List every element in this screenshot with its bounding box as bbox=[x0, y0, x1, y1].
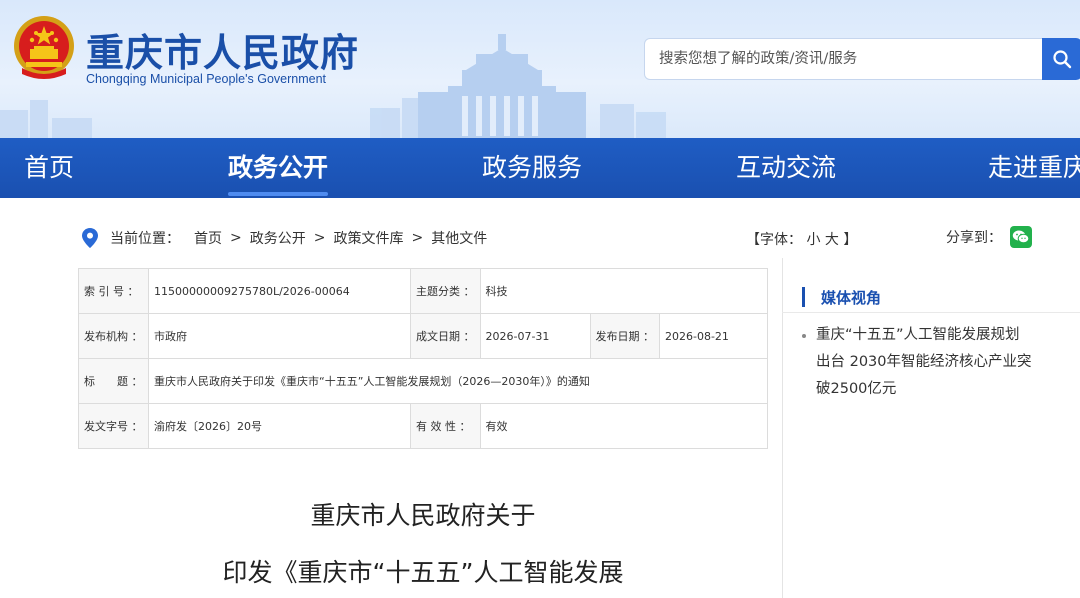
font-size-small-button[interactable]: 小 bbox=[806, 232, 820, 248]
nav-item-gov-affairs-open[interactable]: 政务公开 bbox=[228, 138, 329, 198]
breadcrumb-item-other-files[interactable]: 其他文件 bbox=[431, 228, 487, 248]
side-divider bbox=[782, 312, 1080, 313]
breadcrumb-item-home[interactable]: 首页 bbox=[194, 228, 222, 248]
title-value: 重庆市人民政府关于印发《重庆市“十五五”人工智能发展规划（2026—2030年）… bbox=[148, 358, 768, 404]
issuer-label: 发布机构 ： bbox=[78, 313, 149, 359]
validity-value: 有效 bbox=[479, 403, 768, 449]
media-news-link[interactable]: 重庆“十五五”人工智能发展规划出台 2030年智能经济核心产业突破2500亿元 bbox=[802, 322, 1032, 403]
title-label: 标 题 ： bbox=[78, 358, 149, 404]
site-header: 重庆市人民政府 Chongqing Municipal People's Gov… bbox=[0, 0, 1080, 138]
search-input[interactable] bbox=[645, 39, 1043, 79]
font-size-control: 【字体： 小 大 】 bbox=[746, 229, 857, 249]
site-title[interactable]: 重庆市人民政府 bbox=[86, 22, 359, 77]
doc-no-value: 渝府发〔2026〕20号 bbox=[148, 403, 411, 449]
search-icon bbox=[1053, 50, 1072, 69]
font-size-label: 【字体： bbox=[746, 232, 802, 248]
breadcrumb-separator: > bbox=[411, 230, 424, 246]
breadcrumb-label: 当前位置： bbox=[110, 231, 180, 247]
share-control: 分享到： bbox=[946, 226, 1032, 248]
article-title-line-1: 重庆市人民政府关于 bbox=[310, 501, 536, 530]
article-title-line-2: 印发《重庆市“十五五”人工智能发展 bbox=[222, 558, 624, 587]
created-date-value: 2026-07-31 bbox=[479, 313, 591, 359]
breadcrumb-separator: > bbox=[230, 230, 242, 246]
location-pin-icon bbox=[82, 228, 98, 248]
table-row: 发布机构 ： 市政府 成文日期 ： 2026-07-31 发布日期 ： 2026… bbox=[78, 313, 768, 359]
search-button[interactable] bbox=[1042, 38, 1080, 80]
share-label: 分享到： bbox=[946, 230, 1002, 246]
document-info-table: 索 引 号 ： 11500000009275780L/2026-00064 主题… bbox=[78, 268, 768, 449]
index-no-value: 11500000009275780L/2026-00064 bbox=[148, 268, 411, 314]
nav-item-gov-services[interactable]: 政务服务 bbox=[482, 138, 582, 198]
heading-accent-bar bbox=[802, 287, 805, 307]
published-date-value: 2026-08-21 bbox=[659, 313, 768, 359]
table-row: 发文字号 ： 渝府发〔2026〕20号 有 效 性 ： 有效 bbox=[78, 403, 768, 449]
site-subtitle: Chongqing Municipal People's Government bbox=[86, 72, 327, 86]
nav-item-home[interactable]: 首页 bbox=[24, 138, 74, 198]
created-date-label: 成文日期 ： bbox=[410, 313, 481, 359]
validity-label: 有 效 性 ： bbox=[410, 403, 481, 449]
nav-item-interaction[interactable]: 互动交流 bbox=[736, 138, 836, 198]
topic-value: 科技 bbox=[479, 268, 768, 314]
wechat-share-button[interactable] bbox=[1010, 226, 1032, 248]
topic-label: 主题分类 ： bbox=[410, 268, 481, 314]
nav-item-about-chongqing[interactable]: 走进重庆 bbox=[988, 138, 1080, 198]
media-perspective-heading: 媒体视角 bbox=[802, 286, 881, 308]
table-row: 索 引 号 ： 11500000009275780L/2026-00064 主题… bbox=[78, 268, 768, 314]
main-nav: 首页 政务公开 政务服务 互动交流 走进重庆 bbox=[0, 138, 1080, 198]
doc-no-label: 发文字号 ： bbox=[78, 403, 149, 449]
font-size-large-button[interactable]: 大 bbox=[825, 232, 839, 248]
breadcrumb-item-gov-affairs-open[interactable]: 政务公开 bbox=[250, 228, 306, 248]
breadcrumb-separator: > bbox=[313, 230, 326, 246]
index-no-label: 索 引 号 ： bbox=[78, 268, 149, 314]
table-row: 标 题 ： 重庆市人民政府关于印发《重庆市“十五五”人工智能发展规划（2026—… bbox=[78, 358, 768, 404]
breadcrumb-item-policy-library[interactable]: 政策文件库 bbox=[333, 228, 403, 248]
media-perspective-title: 媒体视角 bbox=[821, 288, 882, 307]
search-box bbox=[644, 38, 1044, 80]
published-date-label: 发布日期 ： bbox=[589, 313, 660, 359]
column-divider bbox=[782, 258, 783, 598]
page-content: 当前位置： 首页 > 政务公开 > 政策文件库 > 其他文件 【字体： 小 大 … bbox=[0, 198, 1080, 598]
wechat-icon bbox=[1012, 230, 1030, 244]
national-emblem-logo bbox=[14, 16, 74, 79]
font-size-close-bracket: 】 bbox=[843, 232, 858, 248]
breadcrumb: 当前位置： 首页 > 政务公开 > 政策文件库 > 其他文件 bbox=[82, 228, 487, 248]
issuer-value: 市政府 bbox=[148, 313, 411, 359]
